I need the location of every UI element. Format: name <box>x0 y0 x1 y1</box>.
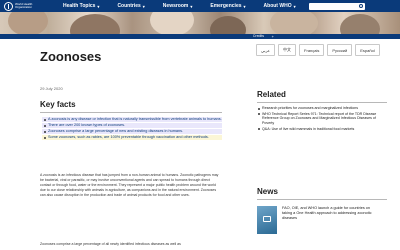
search-input[interactable] <box>308 2 365 10</box>
publish-date: 29 July 2020 <box>40 86 63 91</box>
news-thumbnail[interactable] <box>257 206 277 234</box>
chevron-down-icon: ▾ <box>97 3 100 9</box>
logo-text: World Health Organization <box>15 1 33 9</box>
image-icon <box>263 216 271 222</box>
key-facts-heading: Key facts <box>40 100 76 109</box>
who-logo-icon <box>4 1 13 11</box>
bullet-icon <box>258 113 260 116</box>
key-fact-item: A zoonosis is any disease or infection t… <box>42 117 222 122</box>
news-heading: News <box>257 187 278 196</box>
body-paragraph: Zoonoses comprise a large percentage of … <box>40 242 181 246</box>
chevron-down-icon: ▾ <box>142 3 145 9</box>
language-chinese[interactable]: 中文 <box>278 44 297 56</box>
nav-newsroom[interactable]: Newsroom ▾ <box>154 0 202 12</box>
chevron-down-icon: ▾ <box>243 3 246 9</box>
body-paragraph: A zoonosis is an infectious disease that… <box>40 173 219 198</box>
news-item[interactable]: FAO, OIE, and WHO launch a guide for cou… <box>257 206 387 246</box>
related-link[interactable]: Q&A: Use of live wild mammals in traditi… <box>257 127 382 132</box>
language-spanish[interactable]: Español <box>355 44 380 56</box>
page-title: Zoonoses <box>40 49 102 64</box>
bullet-icon <box>44 119 46 121</box>
key-fact-item: Some zoonoses, such as rabies, are 100% … <box>42 135 222 140</box>
divider <box>257 102 387 103</box>
nav-about-who[interactable]: About WHO ▾ <box>255 0 305 12</box>
language-russian[interactable]: Русский <box>327 44 353 56</box>
divider <box>257 199 387 200</box>
chevron-down-icon: ▾ <box>190 3 193 9</box>
key-fact-item: There are over 200 known types of zoonos… <box>42 123 222 128</box>
related-link[interactable]: WHO Technical Report Series 971: Technic… <box>257 112 382 126</box>
nav-countries[interactable]: Countries ▾ <box>108 0 153 12</box>
bullet-icon <box>44 137 46 139</box>
hero-image <box>0 12 400 34</box>
divider <box>40 112 222 113</box>
key-facts-list: A zoonosis is any disease or infection t… <box>42 117 222 140</box>
chevron-down-icon: ▾ <box>293 3 296 9</box>
top-navigation: World Health Organization Health Topics ▾… <box>0 0 400 12</box>
news-title[interactable]: FAO, OIE, and WHO launch a guide for cou… <box>282 206 380 246</box>
nav-health-topics[interactable]: Health Topics ▾ <box>54 0 108 12</box>
related-list: Research priorities for zoonoses and mar… <box>257 106 382 133</box>
language-arabic[interactable]: عربي <box>256 44 276 56</box>
bullet-icon <box>44 131 46 133</box>
bullet-icon <box>44 125 46 127</box>
search-icon[interactable] <box>358 4 363 8</box>
language-selector: عربي 中文 Français Русский Español <box>256 44 386 56</box>
bullet-icon <box>258 128 260 131</box>
hero-caption-bar: Credits + <box>0 34 400 39</box>
credits-link[interactable]: Credits <box>253 34 264 39</box>
related-heading: Related <box>257 90 286 99</box>
nav-emergencies[interactable]: Emergencies ▾ <box>201 0 254 12</box>
bullet-icon <box>258 107 260 110</box>
key-fact-item: Zoonoses comprise a large percentage of … <box>42 129 222 134</box>
related-link[interactable]: Research priorities for zoonoses and mar… <box>257 106 382 111</box>
who-logo[interactable]: World Health Organization <box>0 0 54 12</box>
language-french[interactable]: Français <box>299 44 325 56</box>
plus-icon[interactable]: + <box>272 34 274 39</box>
